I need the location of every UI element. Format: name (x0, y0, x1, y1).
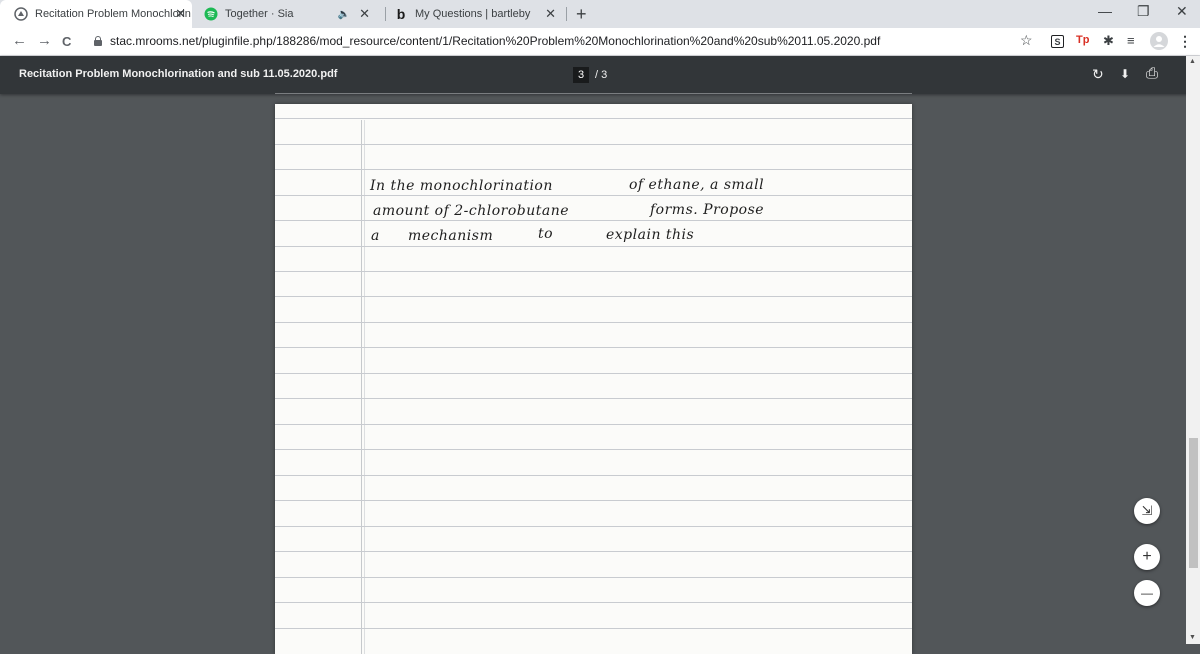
print-icon[interactable]: ⎙ (1146, 65, 1158, 82)
media-control-icon[interactable]: ≡ (1127, 33, 1135, 48)
reload-icon[interactable]: C (62, 34, 71, 49)
close-tab-icon[interactable]: ✕ (545, 6, 556, 22)
download-icon[interactable]: ⬇ (1120, 67, 1130, 81)
ruled-line (275, 577, 912, 578)
ruled-line (275, 296, 912, 297)
scroll-down-arrow-icon[interactable]: ▼ (1189, 634, 1196, 641)
back-icon[interactable]: ← (12, 32, 27, 49)
ruled-line (275, 628, 912, 629)
ruled-line (275, 500, 912, 501)
ruled-line (275, 373, 912, 374)
tab-spotify[interactable]: Together · Sia 🔈 ✕ (200, 0, 380, 28)
ruled-line (275, 220, 912, 221)
ruled-line (275, 271, 912, 272)
forward-icon[interactable]: → (37, 32, 52, 49)
ruled-line (275, 118, 912, 119)
ruled-line (275, 144, 912, 145)
tab-strip: Recitation Problem Monochlorin ✕ Togethe… (0, 0, 1200, 28)
close-tab-icon[interactable]: ✕ (359, 6, 370, 22)
ruled-line (275, 602, 912, 603)
bartleby-icon: b (396, 6, 406, 22)
pdf-title: Recitation Problem Monochlorination and … (19, 68, 338, 80)
profile-avatar-icon[interactable] (1150, 32, 1168, 50)
handwritten-text: to (538, 226, 554, 242)
ruled-line (275, 398, 912, 399)
close-tab-icon[interactable]: ✕ (175, 6, 186, 22)
scrollbar-thumb[interactable] (1189, 438, 1198, 568)
audio-playing-icon[interactable]: 🔈 (338, 9, 350, 20)
address-bar[interactable]: stac.mrooms.net/pluginfile.php/188286/mo… (110, 34, 880, 48)
ruled-line (275, 475, 912, 476)
handwritten-text: In the monochlorination (370, 178, 553, 194)
page-indicator: 3 / 3 (573, 67, 607, 83)
bookmark-star-icon[interactable]: ☆ (1020, 32, 1033, 49)
tab-divider (385, 7, 386, 21)
ruled-line (275, 195, 912, 196)
ruled-line (275, 449, 912, 450)
page-total: / 3 (595, 69, 608, 81)
margin-line (361, 120, 362, 654)
fit-to-page-button[interactable]: ⇲ (1134, 498, 1160, 524)
tab-title: Together · Sia (225, 8, 294, 20)
ruled-line (275, 526, 912, 527)
handwritten-text: forms. Propose (650, 202, 765, 218)
handwritten-text: explain this (606, 227, 695, 243)
maximize-icon[interactable]: ❐ (1137, 3, 1150, 20)
tab-divider (566, 7, 567, 21)
new-tab-button[interactable]: + (576, 4, 587, 24)
lock-icon[interactable] (94, 36, 102, 46)
moodle-icon (14, 7, 28, 21)
close-window-icon[interactable]: ✕ (1176, 3, 1188, 20)
ruled-line (275, 347, 912, 348)
margin-line (364, 120, 365, 654)
spotify-icon (204, 7, 218, 21)
rotate-icon[interactable]: ↻ (1092, 66, 1104, 83)
minimize-icon[interactable]: — (1098, 3, 1112, 19)
pdf-page: In the monochlorination of ethane, a sma… (275, 104, 912, 654)
handwritten-text: a (371, 228, 380, 244)
ruled-line (275, 246, 912, 247)
extension-s-icon[interactable]: S (1051, 35, 1064, 48)
tab-title: Recitation Problem Monochlorin (35, 8, 191, 20)
extension-tp-icon[interactable]: Tp (1076, 34, 1089, 46)
ruled-line (275, 169, 912, 170)
ruled-line (275, 322, 912, 323)
pdf-viewer-toolbar: Recitation Problem Monochlorination and … (0, 56, 1200, 94)
ruled-line (275, 424, 912, 425)
zoom-in-button[interactable]: + (1134, 544, 1160, 570)
page-top-divider (275, 93, 912, 94)
handwritten-text: mechanism (408, 228, 494, 244)
page-number-input[interactable]: 3 (573, 67, 589, 83)
tab-recitation[interactable]: Recitation Problem Monochlorin ✕ (0, 0, 192, 28)
ruled-line (275, 551, 912, 552)
browser-toolbar: ← → C stac.mrooms.net/pluginfile.php/188… (0, 28, 1200, 56)
handwritten-text: amount of 2-chlorobutane (373, 203, 569, 219)
chrome-menu-icon[interactable]: ⋮ (1178, 33, 1192, 50)
zoom-out-button[interactable]: — (1134, 580, 1160, 606)
puzzle-extension-icon[interactable]: ✱ (1103, 33, 1114, 49)
tab-bartleby[interactable]: b My Questions | bartleby ✕ (390, 0, 570, 28)
tab-title: My Questions | bartleby (415, 8, 531, 20)
scroll-up-arrow-icon[interactable]: ▲ (1189, 58, 1196, 65)
handwritten-text: of ethane, a small (629, 177, 765, 193)
